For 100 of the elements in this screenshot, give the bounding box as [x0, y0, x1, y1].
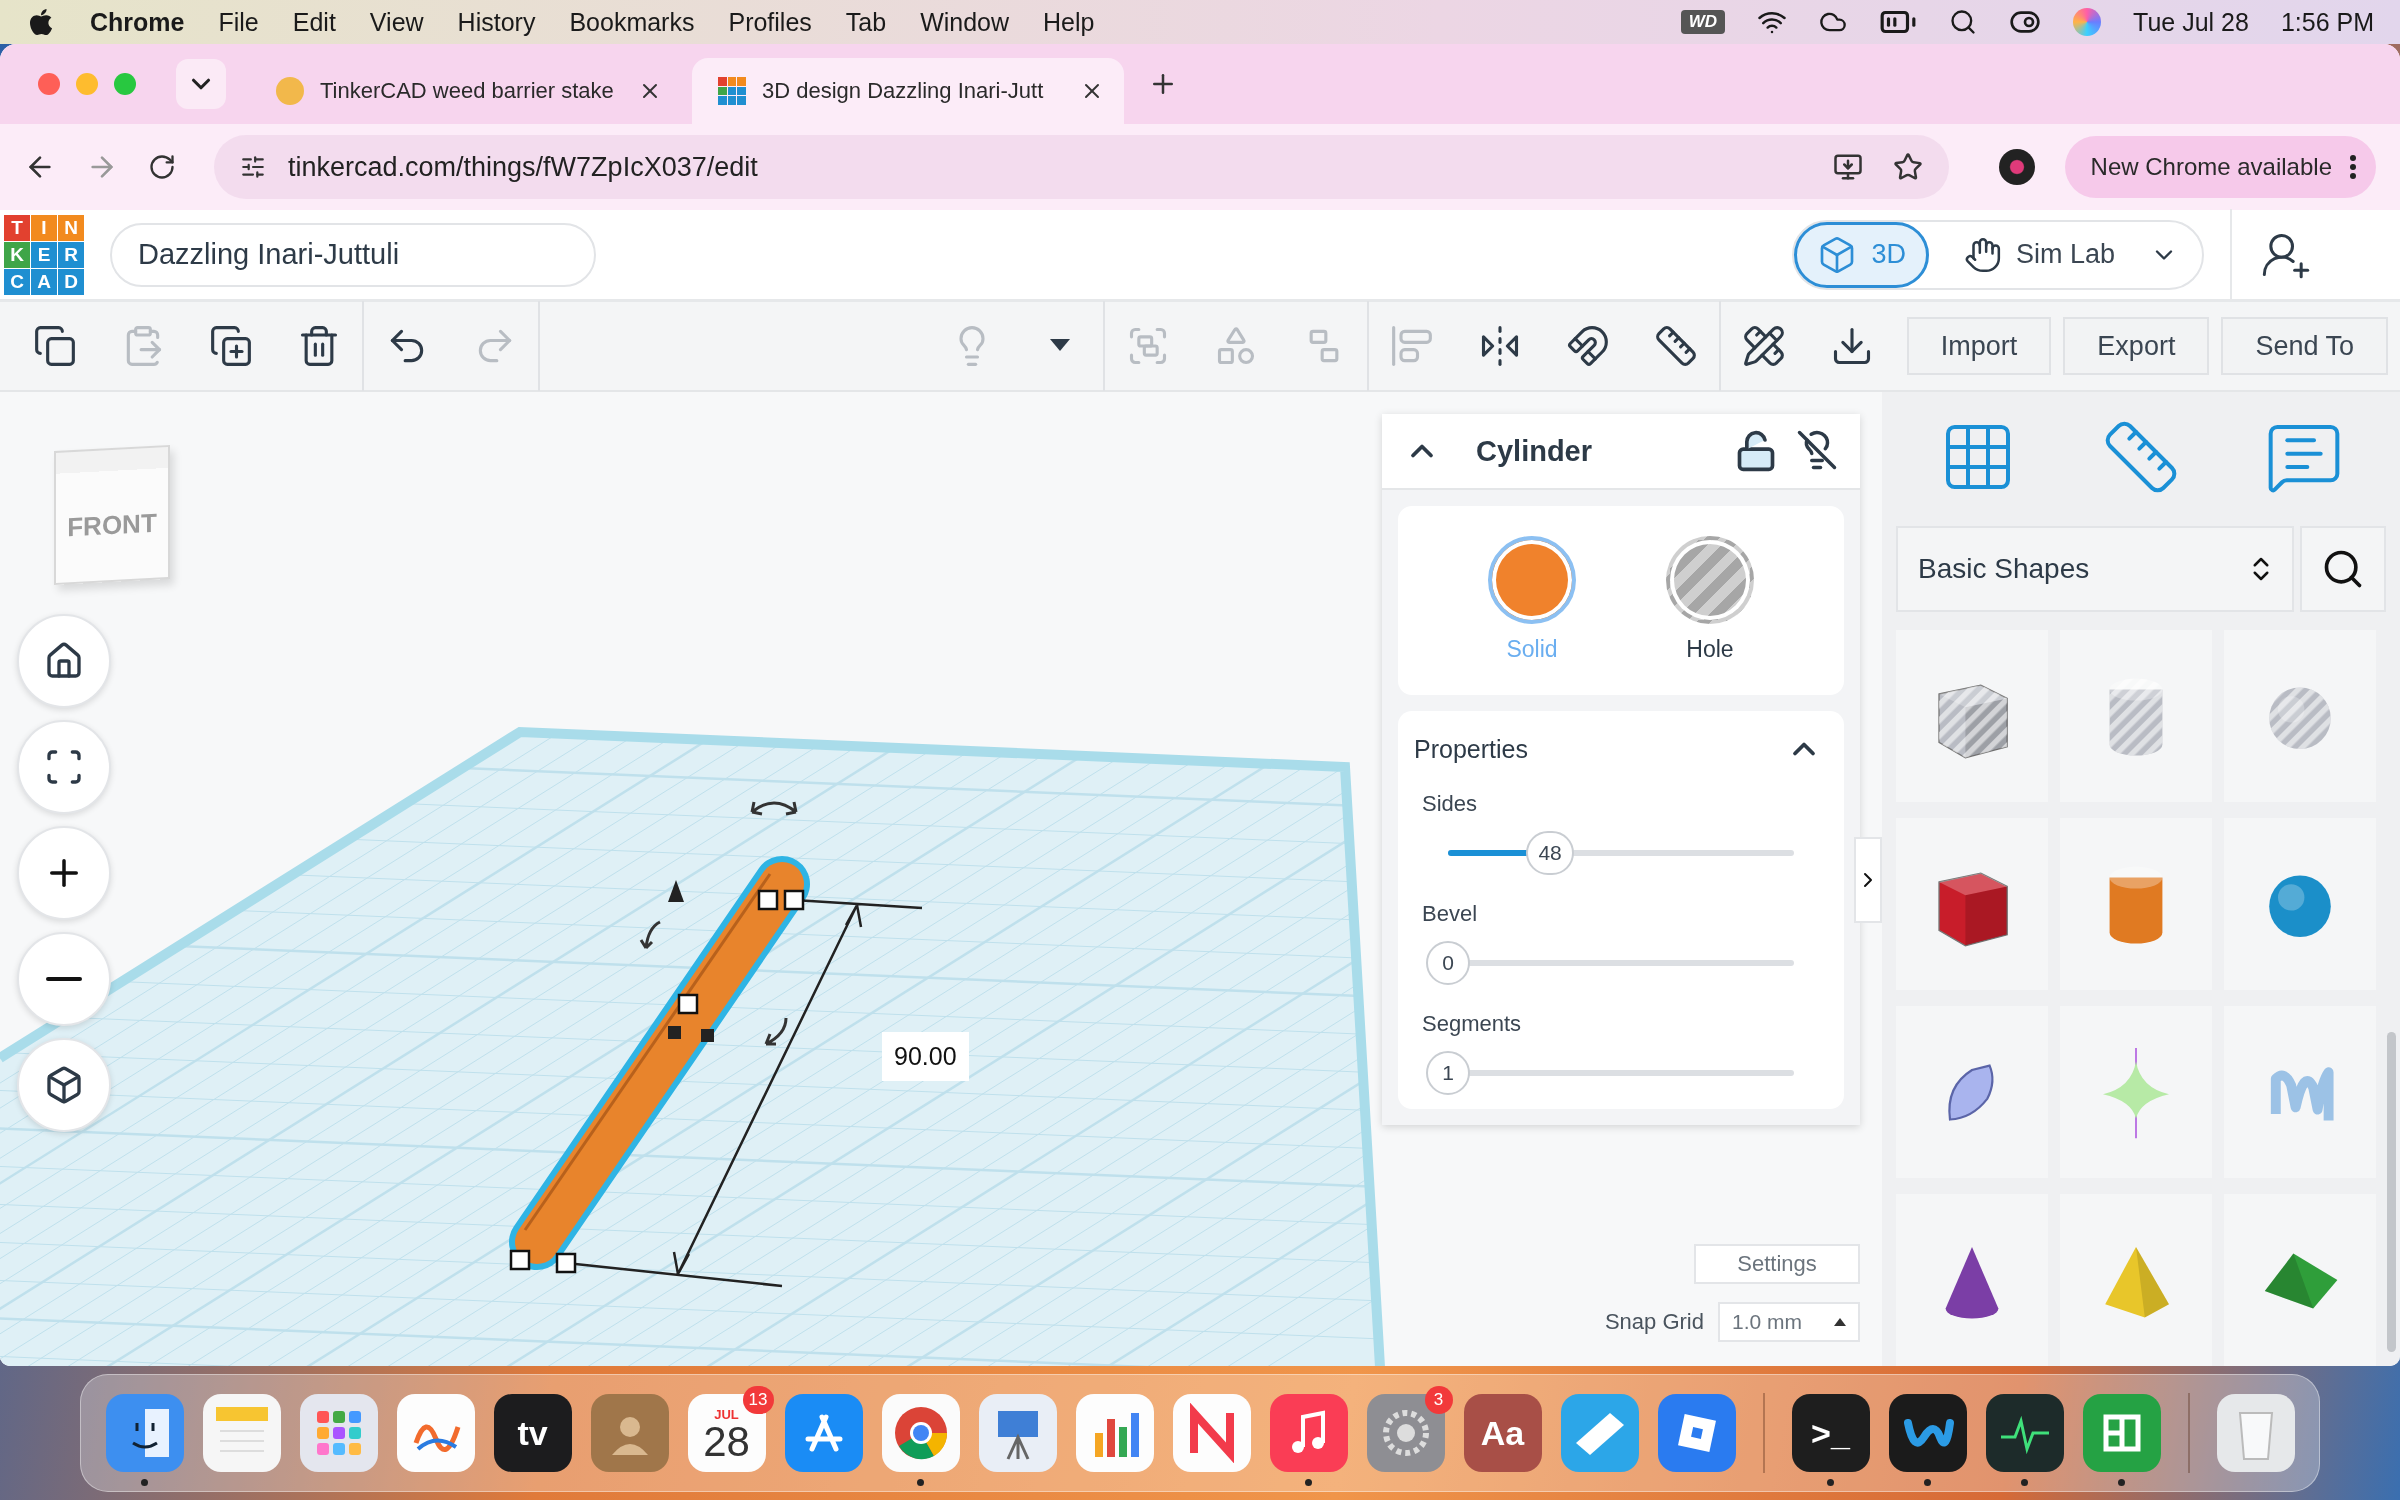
- app-icon[interactable]: [1985, 1394, 2064, 1472]
- minus-icon: [46, 977, 82, 981]
- slider[interactable]: 1: [1426, 1051, 1794, 1095]
- tab-title: TinkerCAD weed barrier stake: [320, 78, 615, 104]
- resize-handle[interactable]: [701, 1029, 714, 1042]
- light-off-icon[interactable]: [1796, 429, 1838, 471]
- app-icon[interactable]: [1657, 1394, 1736, 1472]
- app-icon[interactable]: [1888, 1394, 1967, 1472]
- resize-handle[interactable]: [783, 889, 805, 911]
- lift-handle[interactable]: [668, 880, 684, 902]
- app-icon[interactable]: [105, 1394, 184, 1472]
- notification-badge: 13: [742, 1386, 774, 1414]
- resize-handle[interactable]: [668, 1026, 681, 1039]
- shape-tile[interactable]: [2224, 630, 2376, 802]
- hand-icon: [1963, 235, 2002, 274]
- logo-letter: K: [4, 241, 30, 268]
- logo-letter: R: [58, 241, 84, 268]
- profile-icon[interactable]: [1998, 149, 2035, 185]
- resize-handle[interactable]: [757, 889, 779, 911]
- app-icon[interactable]: [1172, 1394, 1251, 1472]
- rotate-handle[interactable]: [639, 920, 662, 950]
- action-button[interactable]: Import: [1906, 317, 2052, 375]
- action-button[interactable]: Export: [2063, 317, 2210, 375]
- shape-tile[interactable]: [2060, 1194, 2212, 1366]
- tab-search-button[interactable]: [176, 59, 226, 109]
- shape-tile[interactable]: [1896, 1194, 2048, 1366]
- app-icon[interactable]: [1075, 1394, 1154, 1472]
- orb-icon[interactable]: [2073, 8, 2102, 36]
- design-name-field[interactable]: Dazzling Inari-Juttuli: [110, 222, 596, 287]
- search-icon[interactable]: [1949, 8, 1978, 36]
- material-option[interactable]: Hole: [1666, 536, 1754, 663]
- logo-letter: T: [4, 214, 30, 241]
- shape-tile[interactable]: [2060, 818, 2212, 990]
- app-icon[interactable]: >_: [1791, 1394, 1870, 1472]
- menu-item[interactable]: Profiles: [728, 7, 812, 37]
- slider-thumb[interactable]: 0: [1426, 941, 1470, 985]
- mode-tab[interactable]: Sim Lab: [1940, 221, 2138, 288]
- settings-button[interactable]: Settings: [1694, 1244, 1860, 1284]
- search-button[interactable]: [2300, 526, 2386, 612]
- menu-item[interactable]: View: [369, 7, 424, 37]
- update-button[interactable]: New Chrome available: [2064, 136, 2376, 198]
- home-view-button[interactable]: [17, 614, 111, 708]
- logo-letter: C: [4, 268, 30, 295]
- dimension-label[interactable]: 90.00: [882, 1032, 969, 1081]
- app-icon[interactable]: [396, 1394, 475, 1472]
- shape-tile[interactable]: [2224, 1006, 2376, 1178]
- shape-tile[interactable]: [2060, 1006, 2212, 1178]
- site-info-icon[interactable]: [240, 154, 266, 180]
- cylinder-shape[interactable]: [509, 856, 810, 1270]
- logo-letter: D: [58, 268, 84, 295]
- category-select[interactable]: Basic Shapes: [1896, 526, 2294, 612]
- shape-tile[interactable]: [1896, 818, 2048, 990]
- shape-tile[interactable]: [2224, 1194, 2376, 1366]
- panel-toggle-button[interactable]: [1854, 837, 1882, 923]
- address-field[interactable]: tinkercad.com/things/fW7ZpIcX037/edit: [214, 135, 1949, 199]
- app-icon[interactable]: tv: [493, 1394, 572, 1472]
- resize-handle[interactable]: [677, 993, 699, 1015]
- shape-tile[interactable]: [1896, 630, 2048, 802]
- install-icon[interactable]: [1832, 152, 1863, 182]
- menu-date[interactable]: Tue Jul 28: [2133, 7, 2249, 37]
- action-button[interactable]: Send To: [2221, 317, 2388, 375]
- cube-icon: [44, 1065, 84, 1105]
- home-icon: [44, 641, 84, 681]
- fit-view-button[interactable]: [17, 720, 111, 814]
- slider-thumb[interactable]: 1: [1426, 1051, 1470, 1095]
- browser-tab[interactable]: TinkerCAD weed barrier stake: [250, 58, 682, 124]
- menu-item[interactable]: Edit: [292, 7, 336, 37]
- browser-tab[interactable]: 3D design Dazzling Inari-Jutt: [692, 58, 1124, 124]
- menu-time[interactable]: 1:56 PM: [2280, 7, 2374, 37]
- scrollbar[interactable]: [2387, 1032, 2396, 1352]
- menu-item[interactable]: Help: [1043, 7, 1095, 37]
- slider[interactable]: 0: [1426, 941, 1794, 985]
- resize-handle[interactable]: [555, 1252, 577, 1274]
- logo-letter: E: [31, 241, 57, 268]
- shape-tile[interactable]: [1896, 1006, 2048, 1178]
- zoom-in-button[interactable]: [17, 826, 111, 920]
- shape-tile[interactable]: [2060, 630, 2212, 802]
- app-icon[interactable]: Aa: [1463, 1394, 1542, 1472]
- menu-item[interactable]: Bookmarks: [569, 7, 695, 37]
- drive-badge[interactable]: WD: [1680, 10, 1726, 34]
- menu-item[interactable]: Window: [920, 7, 1010, 37]
- rotate-handle[interactable]: [750, 800, 798, 816]
- app-menu[interactable]: Chrome: [90, 7, 185, 37]
- reload-icon[interactable]: [148, 153, 176, 181]
- slider-thumb[interactable]: 48: [1526, 831, 1574, 875]
- logo-letter: A: [31, 268, 57, 295]
- trash-icon[interactable]: [2216, 1394, 2295, 1472]
- menu-item[interactable]: Tab: [845, 7, 887, 37]
- app-icon[interactable]: [978, 1394, 1057, 1472]
- caret-icon: [1834, 1318, 1846, 1326]
- menu-item[interactable]: History: [457, 7, 536, 37]
- rotate-handle[interactable]: [764, 1016, 788, 1046]
- shape-tile[interactable]: [2224, 818, 2376, 990]
- bookmark-star-icon[interactable]: [1892, 152, 1923, 182]
- menu-item[interactable]: File: [218, 7, 259, 37]
- slider[interactable]: 48: [1426, 831, 1794, 875]
- snap-grid-select[interactable]: 1.0 mm: [1718, 1302, 1860, 1342]
- app-icon[interactable]: [881, 1394, 960, 1472]
- resize-handle[interactable]: [509, 1249, 531, 1271]
- logo[interactable]: T I N K E R C A D: [4, 214, 84, 295]
